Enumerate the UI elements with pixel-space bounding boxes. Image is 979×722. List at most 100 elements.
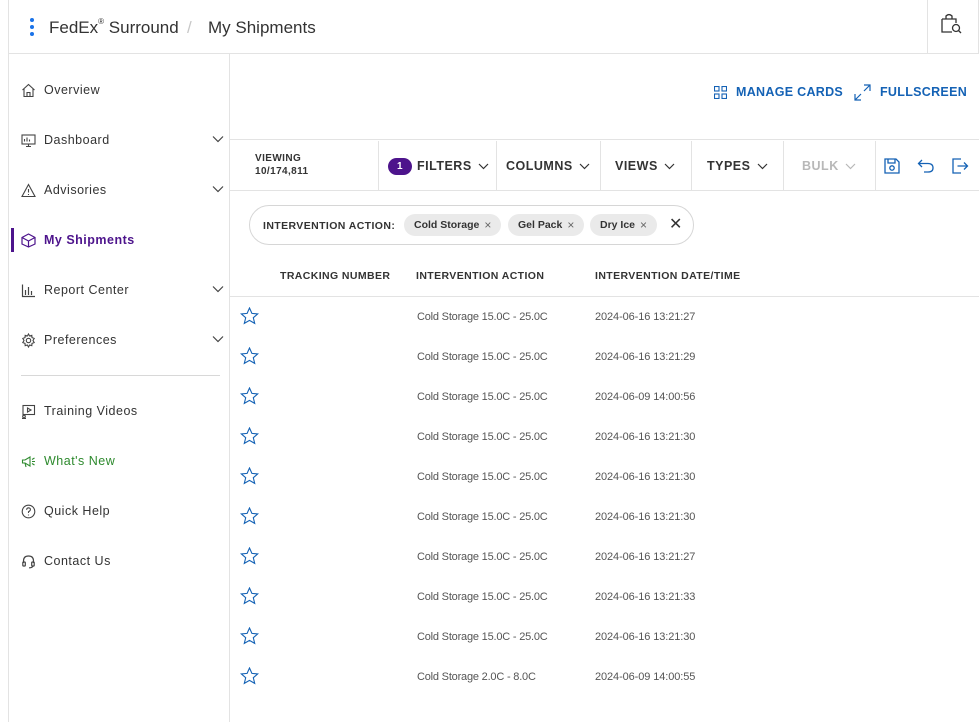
- sidebar-item-contact-us[interactable]: Contact Us: [9, 546, 230, 576]
- favorite-star-icon[interactable]: [239, 386, 260, 405]
- table-row[interactable]: Cold Storage 15.0C - 25.0C 2024-06-16 13:…: [230, 337, 979, 377]
- intervention-datetime-cell: 2024-06-16 13:21:30: [595, 631, 696, 643]
- intervention-datetime-cell: 2024-06-16 13:21:30: [595, 431, 696, 443]
- intervention-action-cell: Cold Storage 15.0C - 25.0C: [417, 351, 548, 363]
- chevron-down-icon[interactable]: [212, 185, 224, 193]
- filter-chip-cold-storage[interactable]: Cold Storage ×: [404, 214, 502, 236]
- table-row[interactable]: Cold Storage 15.0C - 25.0C 2024-06-16 13:…: [230, 617, 979, 657]
- favorite-star-icon[interactable]: [239, 586, 260, 605]
- filter-chip-dry-ice[interactable]: Dry Ice ×: [590, 214, 658, 236]
- video-icon: [22, 404, 36, 419]
- intervention-datetime-cell: 2024-06-16 13:21:33: [595, 591, 696, 603]
- megaphone-icon: [21, 456, 35, 468]
- intervention-action-cell: Cold Storage 2.0C - 8.0C: [417, 671, 536, 683]
- chevron-down-icon[interactable]: [212, 135, 224, 143]
- columns-dropdown[interactable]: COLUMNS: [506, 157, 590, 175]
- bulk-dropdown[interactable]: BULK: [802, 157, 856, 175]
- views-dropdown[interactable]: VIEWS: [615, 157, 675, 175]
- table-row[interactable]: Cold Storage 15.0C - 25.0C 2024-06-16 13:…: [230, 297, 979, 337]
- undo-icon[interactable]: [916, 156, 936, 176]
- intervention-datetime-cell: 2024-06-16 13:21:30: [595, 511, 696, 523]
- help-icon: [21, 504, 36, 519]
- expand-icon: [854, 83, 871, 101]
- sidebar-item-label: Quick Help: [44, 504, 111, 518]
- column-header-intervention-action[interactable]: INTERVENTION ACTION: [416, 270, 544, 282]
- sidebar-item-label: Contact Us: [44, 554, 111, 568]
- fullscreen-label: FULLSCREEN: [880, 85, 968, 99]
- filter-chip-gel-pack[interactable]: Gel Pack ×: [508, 214, 585, 236]
- column-header-tracking-number[interactable]: TRACKING NUMBER: [280, 270, 390, 282]
- views-label: VIEWS: [615, 159, 658, 173]
- sidebar-item-my-shipments[interactable]: My Shipments: [9, 225, 230, 255]
- favorite-star-icon[interactable]: [239, 466, 260, 485]
- intervention-action-cell: Cold Storage 15.0C - 25.0C: [417, 511, 548, 523]
- sidebar-item-overview[interactable]: Overview: [9, 75, 230, 105]
- page-title: My Shipments: [208, 18, 316, 37]
- warning-icon: [21, 183, 36, 198]
- toolbar-divider: [691, 141, 692, 190]
- sidebar-item-quick-help[interactable]: Quick Help: [9, 496, 230, 526]
- chevron-down-icon[interactable]: [212, 285, 224, 293]
- sidebar-item-whats-new[interactable]: What's New: [9, 446, 230, 476]
- active-filter-bar: INTERVENTION ACTION: Cold Storage × Gel …: [249, 205, 694, 245]
- manage-cards-button[interactable]: MANAGE CARDS: [714, 82, 843, 102]
- intervention-action-cell: Cold Storage 15.0C - 25.0C: [417, 471, 548, 483]
- sidebar-item-label: Dashboard: [44, 133, 110, 147]
- viewing-label: VIEWING: [255, 153, 302, 164]
- package-icon: [21, 233, 36, 248]
- sidebar-item-preferences[interactable]: Preferences: [9, 325, 230, 355]
- column-header-intervention-datetime[interactable]: INTERVENTION DATE/TIME: [595, 270, 741, 282]
- table-row[interactable]: Cold Storage 15.0C - 25.0C 2024-06-16 13:…: [230, 497, 979, 537]
- bulk-label: BULK: [802, 159, 839, 173]
- favorite-star-icon[interactable]: [239, 666, 260, 685]
- grid-icon: [714, 85, 727, 99]
- chevron-down-icon: [664, 163, 675, 169]
- remove-chip-icon[interactable]: ×: [567, 218, 574, 232]
- sidebar-item-label: Report Center: [44, 283, 130, 297]
- favorite-star-icon[interactable]: [239, 426, 260, 445]
- fullscreen-button[interactable]: FULLSCREEN: [854, 82, 967, 102]
- brand-title[interactable]: FedEx® Surround: [49, 17, 179, 38]
- export-icon[interactable]: [950, 156, 970, 176]
- headset-icon: [22, 555, 35, 569]
- chip-label: Cold Storage: [414, 219, 480, 231]
- table-row[interactable]: Cold Storage 15.0C - 25.0C 2024-06-09 14:…: [230, 377, 979, 417]
- dashboard-icon: [21, 134, 36, 148]
- viewing-value: 10/174,811: [255, 166, 309, 177]
- remove-chip-icon[interactable]: ×: [484, 218, 491, 232]
- kebab-menu-icon[interactable]: [30, 18, 34, 38]
- types-dropdown[interactable]: TYPES: [707, 157, 768, 175]
- favorite-star-icon[interactable]: [239, 306, 260, 325]
- save-view-icon[interactable]: [882, 156, 902, 176]
- sidebar-item-dashboard[interactable]: Dashboard: [9, 125, 230, 155]
- sidebar-item-label: Preferences: [44, 333, 117, 347]
- favorite-star-icon[interactable]: [239, 346, 260, 365]
- table-row[interactable]: Cold Storage 15.0C - 25.0C 2024-06-16 13:…: [230, 457, 979, 497]
- sidebar-item-training-videos[interactable]: Training Videos: [9, 396, 230, 426]
- toolbar-divider: [600, 141, 601, 190]
- table-row[interactable]: Cold Storage 15.0C - 25.0C 2024-06-16 13:…: [230, 577, 979, 617]
- intervention-action-cell: Cold Storage 15.0C - 25.0C: [417, 431, 548, 443]
- table-row[interactable]: Cold Storage 2.0C - 8.0C 2024-06-09 14:00…: [230, 657, 979, 697]
- favorite-star-icon[interactable]: [239, 506, 260, 525]
- sidebar-item-report-center[interactable]: Report Center: [9, 275, 230, 305]
- intervention-action-cell: Cold Storage 15.0C - 25.0C: [417, 551, 548, 563]
- table-row[interactable]: Cold Storage 15.0C - 25.0C 2024-06-16 13:…: [230, 537, 979, 577]
- chevron-down-icon[interactable]: [212, 335, 224, 343]
- sidebar-divider: [21, 375, 220, 376]
- chevron-down-icon: [579, 163, 590, 169]
- gear-icon: [21, 333, 36, 348]
- columns-label: COLUMNS: [506, 159, 573, 173]
- sidebar-item-advisories[interactable]: Advisories: [9, 175, 230, 205]
- intervention-datetime-cell: 2024-06-16 13:21:27: [595, 311, 696, 323]
- clear-filters-icon[interactable]: ✕: [669, 217, 682, 233]
- chevron-down-icon: [757, 163, 767, 169]
- shipment-search-icon[interactable]: [938, 12, 964, 36]
- filters-dropdown[interactable]: 1 FILTERS: [388, 157, 489, 175]
- table-row[interactable]: Cold Storage 15.0C - 25.0C 2024-06-16 13:…: [230, 417, 979, 457]
- breadcrumb-separator: /: [187, 18, 192, 37]
- manage-cards-label: MANAGE CARDS: [736, 85, 844, 99]
- remove-chip-icon[interactable]: ×: [640, 218, 647, 232]
- favorite-star-icon[interactable]: [239, 626, 260, 645]
- favorite-star-icon[interactable]: [239, 546, 260, 565]
